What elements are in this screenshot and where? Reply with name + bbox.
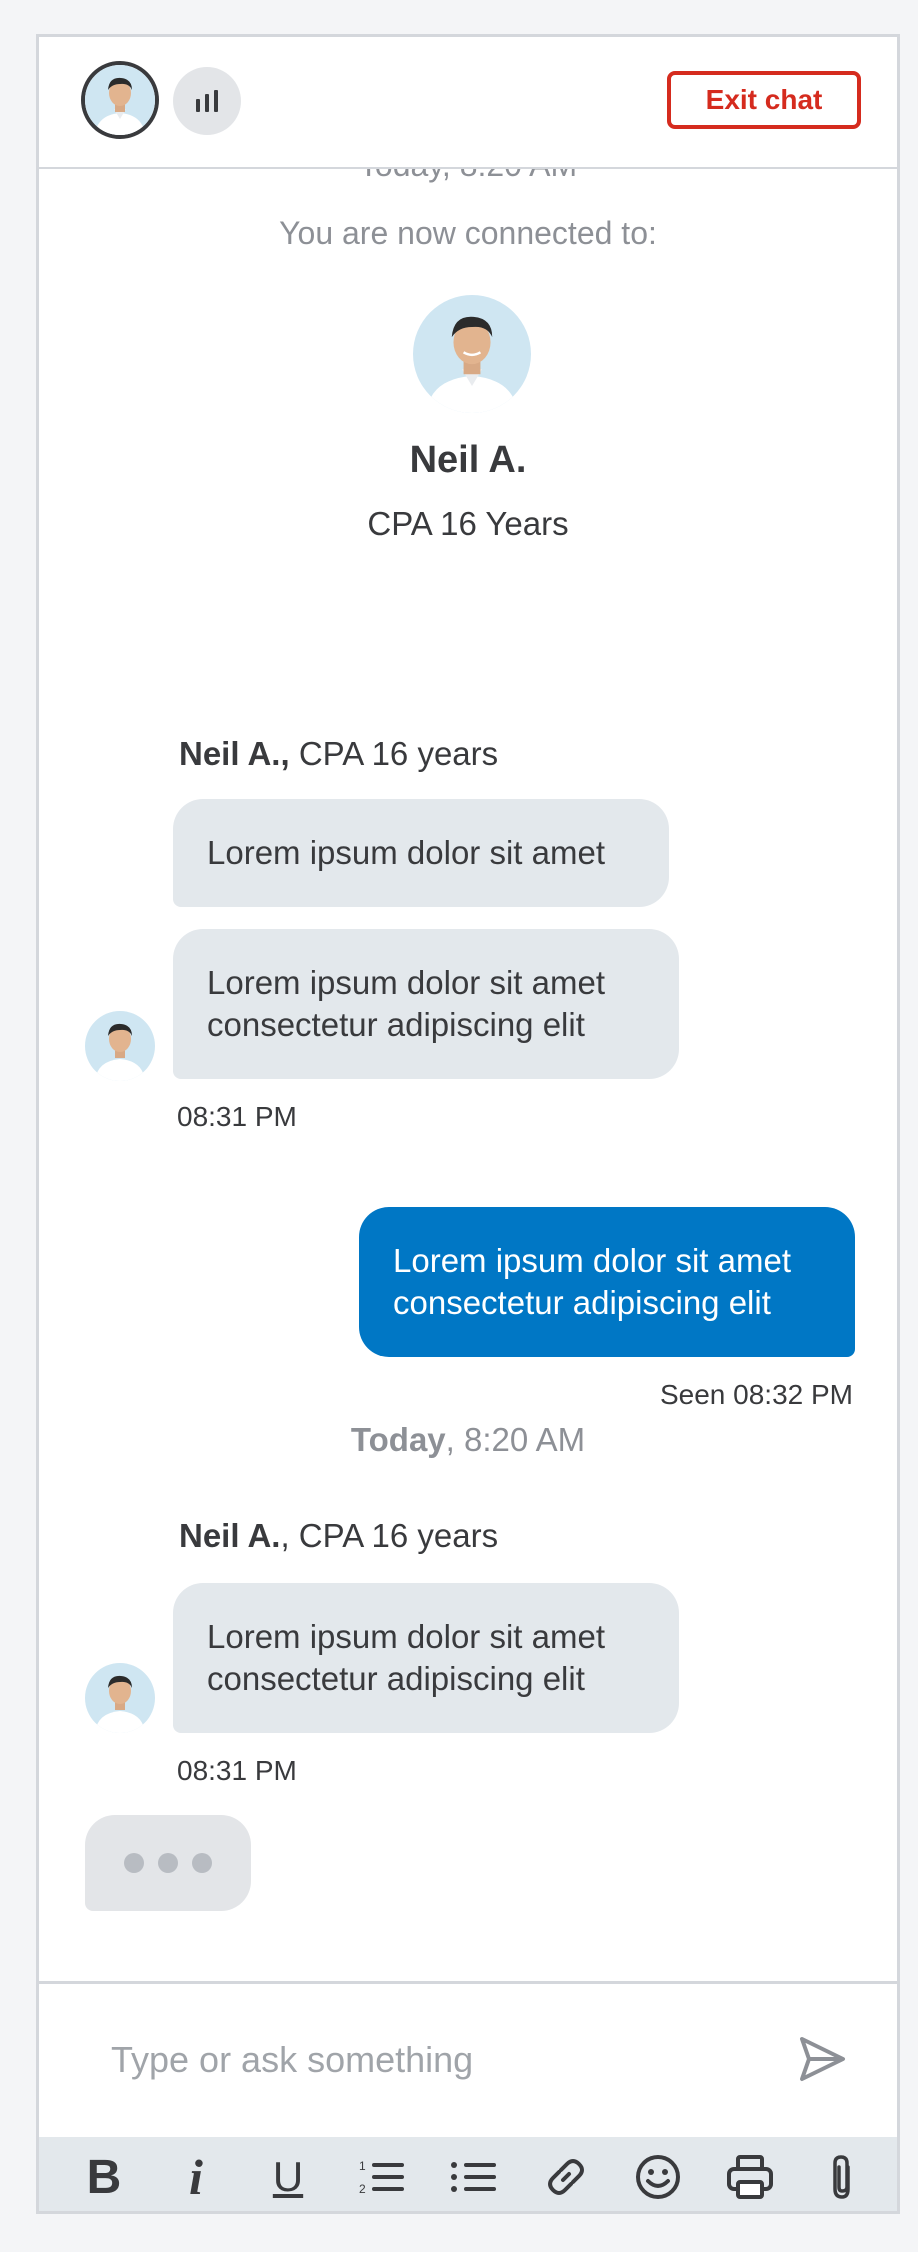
chat-header: Exit chat (39, 37, 897, 169)
audio-level-button[interactable] (173, 67, 241, 135)
svg-text:2: 2 (359, 2182, 366, 2196)
link-icon (548, 2159, 584, 2195)
typing-indicator (85, 1815, 251, 1911)
incoming-message: Lorem ipsum dolor sit amet consectetur a… (173, 1583, 679, 1733)
send-icon (800, 2037, 845, 2081)
link-button[interactable] (531, 2143, 601, 2211)
attachment-icon (833, 2155, 850, 2199)
numbered-list-button[interactable]: 1 2 (347, 2143, 417, 2211)
typing-dot (124, 1853, 144, 1873)
message-input[interactable] (109, 2024, 753, 2096)
agent-profile-photo (413, 295, 531, 413)
agent-small-avatar (85, 1663, 155, 1733)
bold-button[interactable]: B (69, 2143, 139, 2211)
chat-panel: Exit chat Today, 8:20 AM You are now con… (36, 34, 900, 2214)
message-time: 08:31 PM (177, 1755, 297, 1786)
message-line: Lorem ipsum dolor sit amet (207, 964, 605, 1001)
audio-bars-icon (196, 90, 218, 112)
numbered-list-icon: 1 2 (359, 2159, 404, 2196)
message-line: Lorem ipsum dolor sit amet (393, 1242, 791, 1279)
read-receipt: Seen 08:32 PM (659, 1379, 853, 1410)
print-button[interactable] (715, 2143, 785, 2211)
sender-role: CPA 16 years (298, 735, 499, 772)
agent-small-avatar (85, 1011, 155, 1081)
day-label: Today (350, 1421, 446, 1458)
message-time: 08:31 PM (177, 1101, 297, 1132)
message-line: consectetur adipiscing elit (207, 1660, 585, 1697)
incoming-message: Lorem ipsum dolor sit amet consectetur a… (173, 929, 679, 1079)
sender-label: Neil A., CPA 16 years (179, 1517, 498, 1555)
agent-avatar[interactable] (81, 61, 159, 139)
sender-name: Neil A. (179, 1517, 281, 1554)
exit-chat-button[interactable]: Exit chat (667, 71, 861, 129)
day-separator: Today, 8:20 AM (39, 1421, 897, 1459)
bullet-list-button[interactable] (439, 2143, 509, 2211)
outgoing-message: Lorem ipsum dolor sit amet consectetur a… (359, 1207, 855, 1357)
italic-button[interactable]: i (161, 2143, 231, 2211)
connected-notice: You are now connected to: (279, 215, 657, 251)
send-button[interactable] (797, 2034, 847, 2084)
sender-name: Neil A., (179, 735, 290, 772)
agent-title: CPA 16 Years (367, 505, 569, 542)
agent-name: Neil A. (409, 439, 527, 481)
bold-icon: B (86, 2150, 122, 2204)
day-time: , 8:20 AM (445, 1421, 586, 1458)
typing-dot (192, 1853, 212, 1873)
formatting-toolbar: B i U 1 2 (39, 2137, 897, 2211)
print-icon (727, 2155, 773, 2199)
bullet-list-icon (451, 2162, 496, 2192)
emoji-button[interactable] (623, 2143, 693, 2211)
message-line: consectetur adipiscing elit (393, 1284, 771, 1321)
sender-label: Neil A., CPA 16 years (179, 735, 498, 773)
emoji-icon (636, 2155, 680, 2199)
attachment-button[interactable] (807, 2143, 877, 2211)
message-composer (39, 1981, 897, 2140)
svg-text:1: 1 (359, 2159, 366, 2173)
message-line: Lorem ipsum dolor sit amet (207, 834, 605, 871)
typing-dot (158, 1853, 178, 1873)
underline-icon: U (272, 2153, 304, 2200)
message-line: consectetur adipiscing elit (207, 1006, 585, 1043)
incoming-message: Lorem ipsum dolor sit amet (173, 799, 669, 907)
italic-icon: i (189, 2149, 203, 2205)
message-line: Lorem ipsum dolor sit amet (207, 1618, 605, 1655)
underline-button[interactable]: U (253, 2143, 323, 2211)
sender-role: , CPA 16 years (280, 1517, 499, 1554)
